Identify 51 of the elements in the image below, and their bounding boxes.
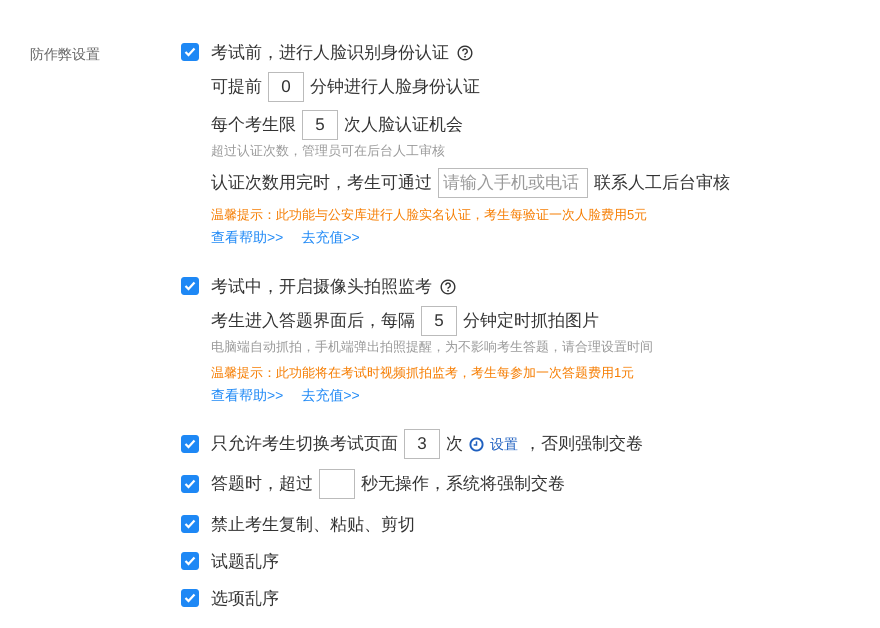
option-text: 分钟进行人脸身份认证 [310, 76, 480, 98]
checkbox[interactable] [181, 277, 199, 295]
checkbox[interactable] [181, 43, 199, 61]
number-field[interactable] [319, 469, 355, 499]
number-field[interactable]: 0 [268, 72, 304, 102]
link[interactable]: 查看帮助>> [211, 228, 284, 246]
option-text: 选项乱序 [211, 588, 279, 610]
checkmark-icon [184, 281, 196, 291]
checkbox[interactable] [181, 435, 199, 453]
link[interactable]: 去充值>> [301, 386, 360, 404]
option-text: 分钟定时抓拍图片 [463, 310, 599, 332]
option-text: 禁止考生复制、粘贴、剪切 [211, 514, 415, 536]
option-text: 答题时，超过 [211, 473, 313, 495]
number-field[interactable]: 3 [404, 429, 440, 459]
warning-text: 温馨提示：此功能与公安库进行人脸实名认证，考生每验证一次人脸费用5元 [211, 206, 648, 224]
hint-text: 电脑端自动抓拍，手机端弹出拍照提醒，为不影响考生答题，请合理设置时间 [211, 338, 653, 356]
option-text: 次 [446, 433, 463, 455]
checkmark-icon [184, 593, 196, 603]
option-text: 考试前，进行人脸识别身份认证 [211, 42, 449, 64]
option-text: 每个考生限 [211, 114, 296, 136]
option-text: 只允许考生切换考试页面 [211, 433, 398, 455]
option-text: 次人脸认证机会 [344, 114, 463, 136]
checkmark-icon [184, 556, 196, 566]
option-text: 考生进入答题界面后，每隔 [211, 310, 415, 332]
help-icon[interactable] [457, 45, 473, 61]
number-field[interactable]: 5 [302, 110, 338, 140]
warning-text: 温馨提示：此功能将在考试时视频抓拍监考，考生每参加一次答题费用1元 [211, 364, 636, 382]
option-text: 可提前 [211, 76, 262, 98]
clock-icon[interactable] [469, 436, 484, 452]
checkbox[interactable] [181, 475, 199, 493]
hint-text: 超过认证次数，管理员可在后台人工审核 [211, 142, 446, 160]
option-text: 试题乱序 [211, 551, 279, 573]
phone-field[interactable]: 请输入手机或电话 [438, 168, 588, 198]
help-icon[interactable] [440, 279, 456, 295]
checkmark-icon [184, 47, 196, 57]
checkmark-icon [184, 519, 196, 529]
option-text: 联系人工后台审核 [594, 172, 730, 194]
checkbox[interactable] [181, 552, 199, 570]
checkmark-icon [184, 479, 196, 489]
settings-link[interactable]: 设置 [490, 433, 518, 455]
checkbox[interactable] [181, 515, 199, 533]
checkmark-icon [184, 439, 196, 449]
option-text: 认证次数用完时，考生可通过 [211, 172, 432, 194]
link[interactable]: 去充值>> [301, 228, 360, 246]
section-label: 防作弊设置 [30, 45, 101, 64]
link[interactable]: 查看帮助>> [211, 386, 284, 404]
option-text: 秒无操作，系统将强制交卷 [361, 473, 565, 495]
number-field[interactable]: 5 [421, 306, 457, 336]
option-text: ，否则强制交卷 [524, 433, 643, 455]
option-text: 考试中，开启摄像头拍照监考 [211, 276, 432, 298]
checkbox[interactable] [181, 589, 199, 607]
